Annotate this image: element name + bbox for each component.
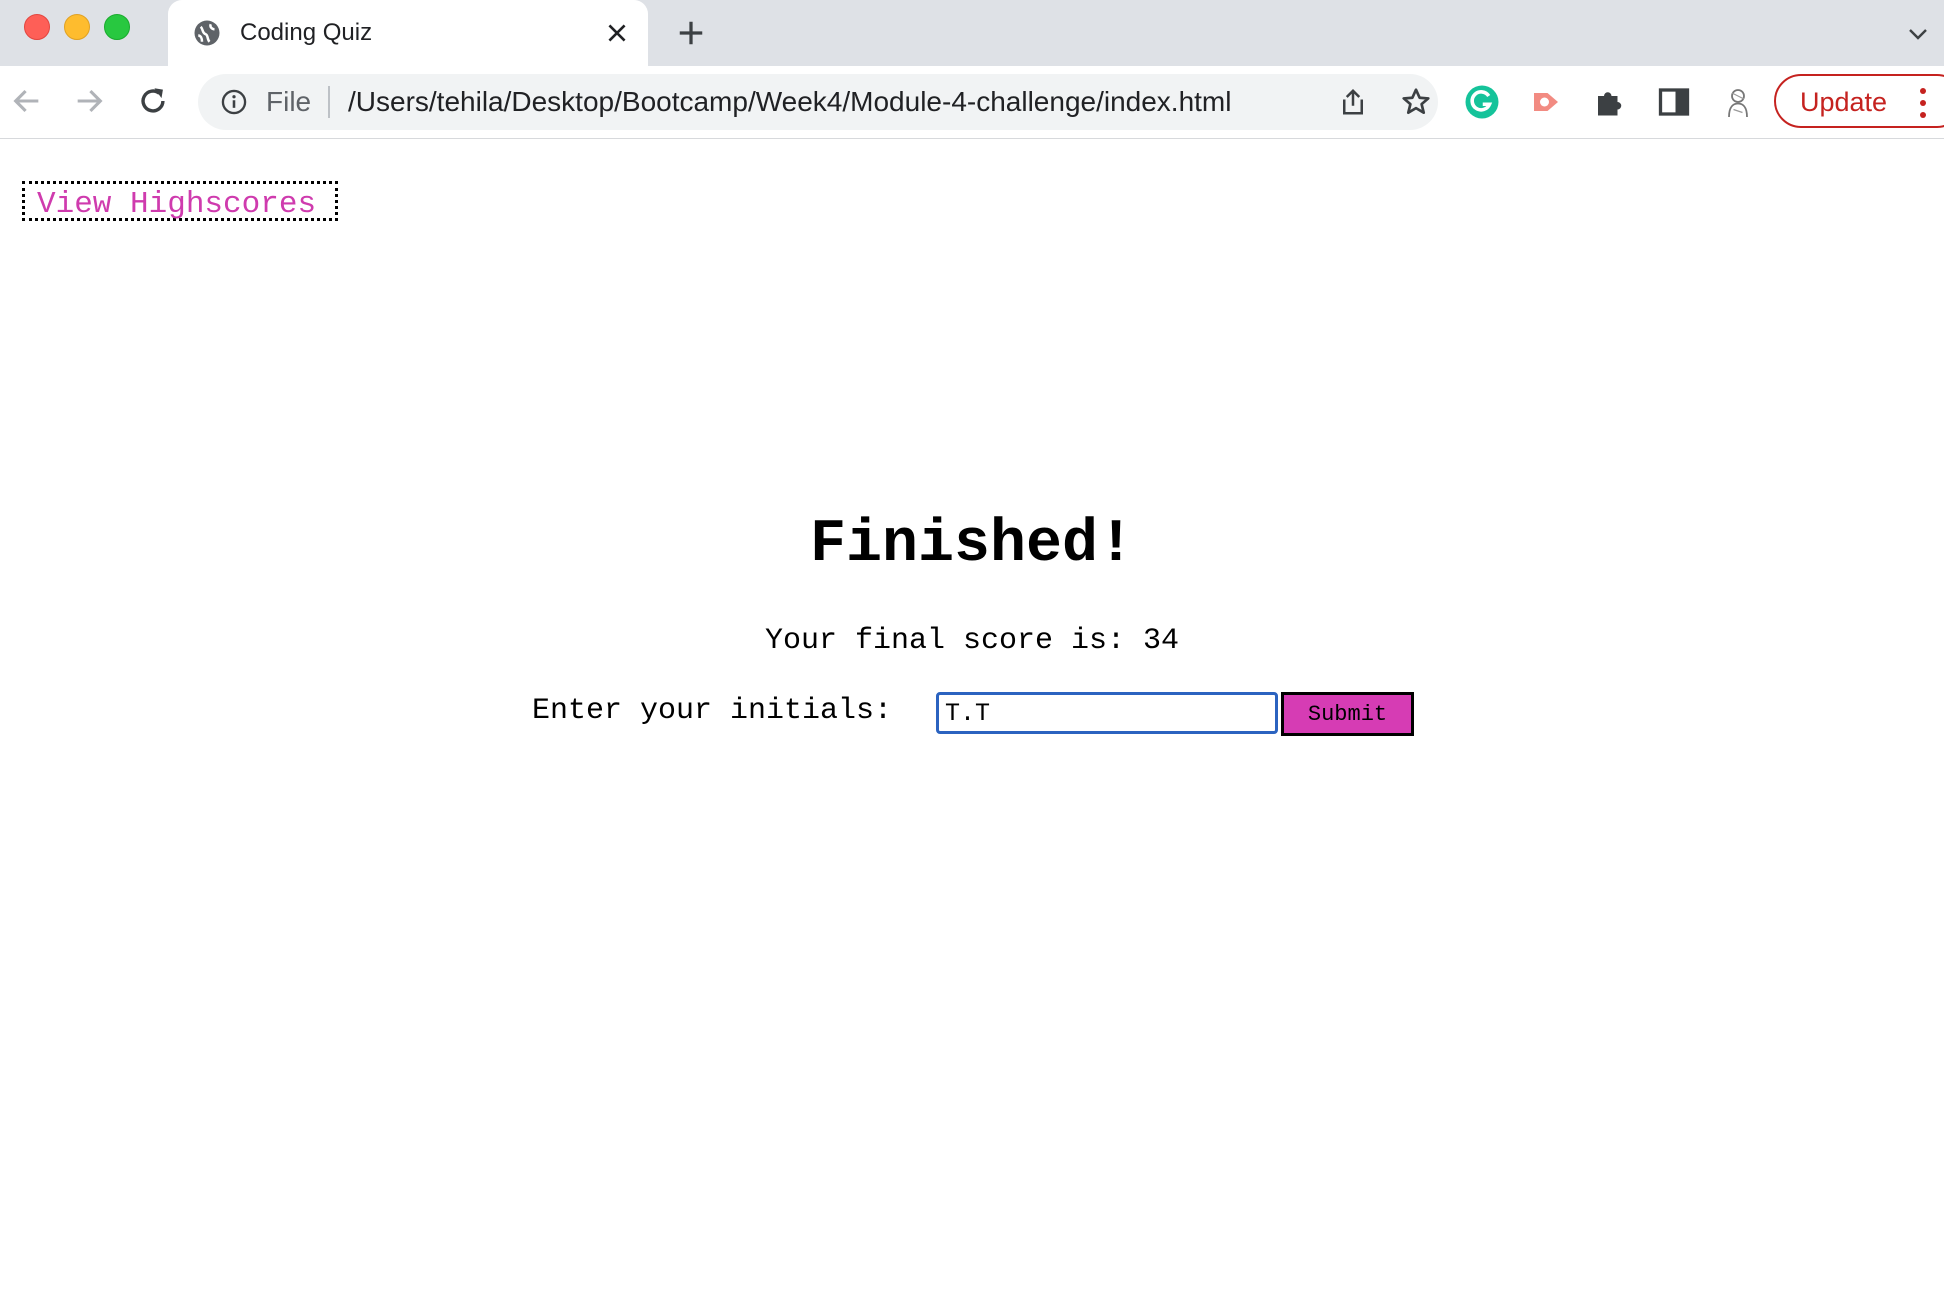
info-icon[interactable] bbox=[220, 88, 248, 116]
initials-input[interactable] bbox=[936, 692, 1278, 734]
bookmark-star-icon[interactable] bbox=[1400, 86, 1432, 118]
close-window-button[interactable] bbox=[24, 14, 50, 40]
chevron-down-icon[interactable] bbox=[1906, 22, 1930, 46]
address-scheme: File bbox=[266, 86, 312, 117]
initials-label: Enter your initials: bbox=[532, 694, 893, 728]
screen-record-extension-icon[interactable] bbox=[1528, 84, 1564, 120]
update-label: Update bbox=[1800, 87, 1888, 117]
address-divider bbox=[328, 86, 330, 118]
tab-strip: Coding Quiz bbox=[0, 0, 1944, 66]
submit-button[interactable]: Submit bbox=[1281, 692, 1414, 736]
update-button[interactable]: Update bbox=[1774, 74, 1944, 128]
more-options-icon[interactable] bbox=[1918, 86, 1928, 120]
final-score-text: Your final score is: 34 bbox=[764, 624, 1180, 658]
new-tab-icon[interactable] bbox=[676, 18, 706, 48]
globe-icon bbox=[194, 20, 220, 46]
maximize-window-button[interactable] bbox=[104, 14, 130, 40]
reload-icon[interactable] bbox=[136, 84, 170, 118]
profile-avatar-icon[interactable] bbox=[1720, 84, 1756, 120]
browser-toolbar: File /Users/tehila/Desktop/Bootcamp/Week… bbox=[0, 66, 1944, 139]
tab-coding-quiz[interactable]: Coding Quiz bbox=[168, 0, 648, 66]
forward-arrow-icon[interactable] bbox=[72, 84, 106, 118]
page-content: View Highscores Finished! Your final sco… bbox=[0, 139, 1944, 1292]
finished-heading: Finished! bbox=[809, 511, 1135, 579]
share-icon[interactable] bbox=[1338, 86, 1368, 118]
tab-title: Coding Quiz bbox=[240, 19, 373, 46]
back-arrow-icon[interactable] bbox=[10, 84, 44, 118]
extensions-puzzle-icon[interactable] bbox=[1592, 84, 1628, 120]
address-bar[interactable]: File /Users/tehila/Desktop/Bootcamp/Week… bbox=[198, 74, 1438, 130]
view-highscores-link[interactable]: View Highscores bbox=[22, 181, 338, 222]
close-tab-icon[interactable] bbox=[604, 20, 630, 46]
address-url[interactable]: /Users/tehila/Desktop/Bootcamp/Week4/Mod… bbox=[348, 87, 1231, 117]
side-panel-icon[interactable] bbox=[1656, 84, 1692, 120]
grammarly-extension-icon[interactable] bbox=[1464, 84, 1500, 120]
minimize-window-button[interactable] bbox=[64, 14, 90, 40]
